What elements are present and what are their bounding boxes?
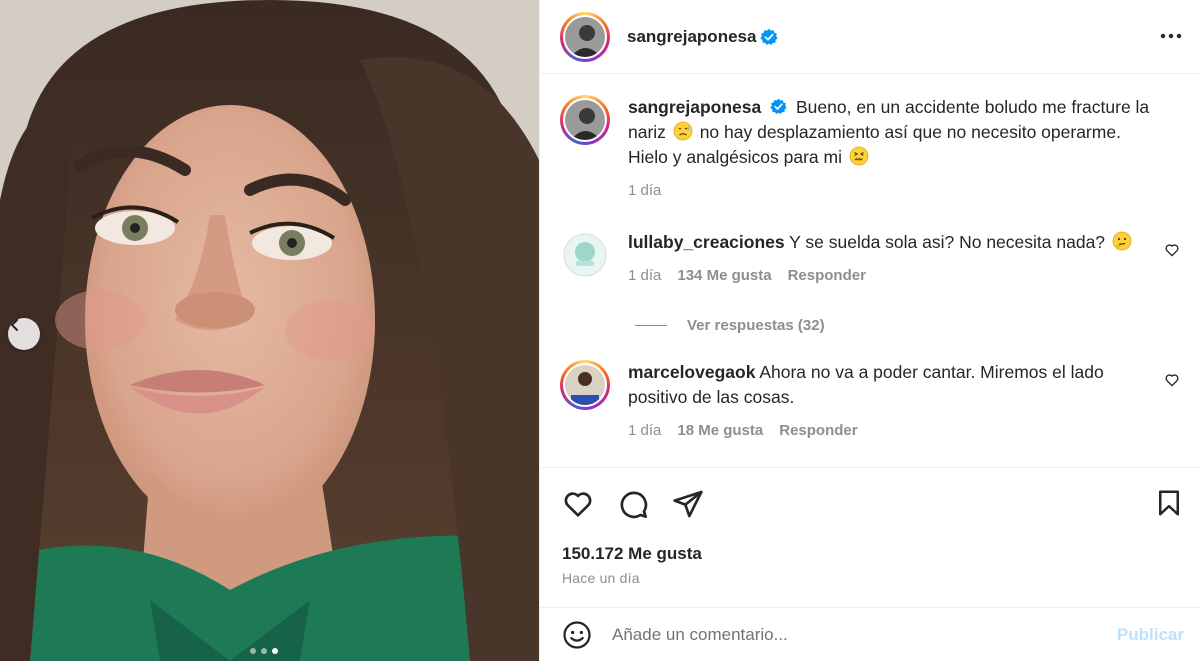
comment-icon[interactable] (617, 488, 649, 520)
heart-icon[interactable] (1164, 372, 1180, 388)
post-media[interactable] (0, 0, 539, 661)
comment-likes[interactable]: 18 Me gusta (677, 418, 763, 443)
post-header: sangrejaponesa (540, 0, 1200, 74)
add-comment-bar: Añade un comentario... Publicar (540, 607, 1200, 661)
comment-likes[interactable]: 134 Me gusta (677, 263, 771, 288)
publish-button[interactable]: Publicar (1117, 625, 1184, 645)
caption-username[interactable]: sangrejaponesa (628, 97, 761, 117)
post-author-username[interactable]: sangrejaponesa (627, 27, 756, 47)
heart-icon[interactable] (562, 488, 594, 520)
avatar[interactable] (560, 360, 610, 410)
caption-text-part2: no hay desplazamiento así que no necesit… (628, 122, 1121, 167)
comment-text: Y se suelda sola asi? No necesita nada? (789, 232, 1106, 252)
avatar[interactable] (563, 233, 607, 277)
bookmark-icon[interactable] (1154, 488, 1184, 518)
comment-username[interactable]: marcelovegaok (628, 362, 755, 382)
profile-picture (565, 16, 605, 57)
chevron-left-icon (11, 319, 18, 331)
caption-body: sangrejaponesa Bueno, en un accidente bo… (628, 95, 1180, 203)
verified-badge-icon (760, 28, 779, 45)
confounded-emoji-icon (849, 146, 869, 166)
profile-picture (565, 365, 605, 405)
comments-list[interactable]: sangrejaponesa Bueno, en un accidente bo… (540, 75, 1200, 467)
more-options-icon[interactable] (1160, 25, 1182, 47)
post-actions: 150.172 Me gusta Hace un día (540, 467, 1200, 607)
thinking-emoji-icon (1112, 231, 1132, 251)
comment-username[interactable]: lullaby_creaciones (628, 232, 785, 252)
action-bar (562, 488, 704, 520)
heart-icon[interactable] (1164, 242, 1180, 258)
comment-item: lullaby_creaciones Y se suelda sola asi?… (560, 230, 1180, 288)
post-photo (0, 0, 539, 661)
comment-meta: 1 día 134 Me gusta Responder (628, 263, 1140, 288)
likes-count[interactable]: 150.172 Me gusta (562, 544, 702, 564)
carousel-dot-active (272, 648, 278, 654)
carousel-dot (250, 648, 256, 654)
verified-badge-icon (770, 98, 787, 115)
avatar[interactable] (560, 95, 610, 145)
comment-time[interactable]: 1 día (628, 418, 661, 443)
post-caption: sangrejaponesa Bueno, en un accidente bo… (560, 95, 1180, 203)
divider-line (635, 325, 667, 326)
comment-input[interactable]: Añade un comentario... (612, 625, 1117, 645)
caption-meta: 1 día (628, 178, 1180, 203)
sad-sweat-emoji-icon (673, 121, 693, 141)
caption-time[interactable]: 1 día (628, 178, 661, 203)
reply-button[interactable]: Responder (788, 263, 866, 288)
profile-picture (565, 100, 605, 140)
emoji-smile-icon[interactable] (562, 620, 592, 650)
carousel-dot (261, 648, 267, 654)
carousel-indicator (250, 648, 278, 654)
view-replies-button[interactable]: Ver respuestas (32) (635, 317, 825, 334)
comment-meta: 1 día 18 Me gusta Responder (628, 418, 1140, 443)
comment-item: marcelovegaok Ahora no va a poder cantar… (560, 360, 1180, 443)
paper-plane-icon[interactable] (672, 488, 704, 520)
reply-button[interactable]: Responder (779, 418, 857, 443)
comment-time[interactable]: 1 día (628, 263, 661, 288)
post-timestamp: Hace un día (562, 570, 640, 586)
carousel-previous-button[interactable] (8, 318, 40, 350)
avatar[interactable] (560, 11, 610, 62)
post-details-panel: sangrejaponesa sangrejaponesa Bueno, en … (539, 0, 1200, 661)
view-replies-label: Ver respuestas (32) (687, 317, 825, 334)
